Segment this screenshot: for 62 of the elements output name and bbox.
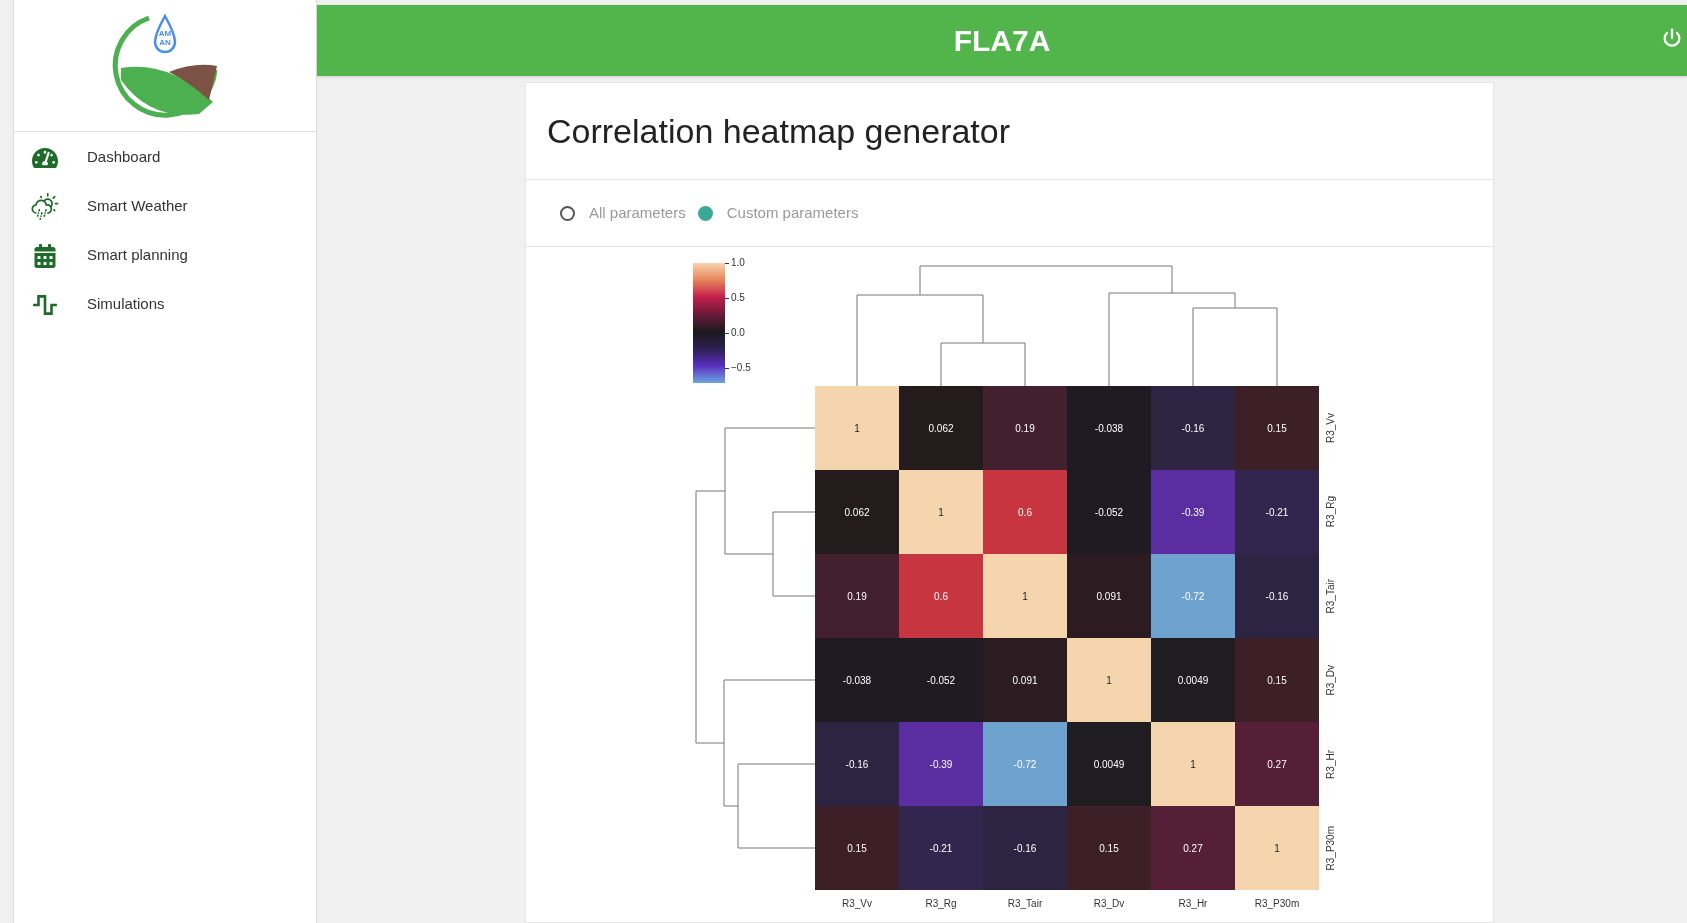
heatmap-cell: -0.72	[983, 722, 1067, 806]
heatmap-cell: -0.21	[899, 806, 983, 890]
power-icon[interactable]	[1661, 27, 1683, 49]
heatmap-cell: -0.72	[1151, 554, 1235, 638]
heatmap-cell: 1	[899, 470, 983, 554]
heatmap-cell: 0.15	[1235, 386, 1319, 470]
heatmap-cell: -0.39	[1151, 470, 1235, 554]
logo-drawing: AM AN	[109, 9, 221, 122]
heatmap-cell: -0.16	[1151, 386, 1235, 470]
heatmap-cell: -0.21	[1235, 470, 1319, 554]
row-label: R3_Tair	[1324, 578, 1337, 614]
nav-item[interactable]: Dashboard	[14, 133, 316, 182]
colorbar-tick-label: −0.5	[731, 363, 751, 373]
heatmap-cell: 0.0049	[1151, 638, 1235, 722]
heatmap-cell: 0.15	[815, 806, 899, 890]
heatmap-cell: -0.16	[983, 806, 1067, 890]
heatmap-cell: 1	[983, 554, 1067, 638]
row-label: R3_Vv	[1324, 413, 1337, 443]
column-label: R3_Rg	[925, 897, 957, 911]
column-label: R3_Vv	[842, 897, 872, 911]
card-title: Correlation heatmap generator	[547, 110, 1011, 152]
heatmap-cell: 0.6	[899, 554, 983, 638]
heatmap-cell: 1	[1235, 806, 1319, 890]
colorbar-tick-label: 1.0	[731, 258, 745, 268]
heatmap-cell: -0.16	[1235, 554, 1319, 638]
heatmap-cell: 0.27	[1235, 722, 1319, 806]
heatmap-cell: -0.038	[1067, 386, 1151, 470]
heatmap-cell: 0.27	[1151, 806, 1235, 890]
heatmap-cell: 0.19	[983, 386, 1067, 470]
heatmap-cell: -0.052	[1067, 470, 1151, 554]
app-title: FLA7A	[953, 23, 1051, 59]
row-label: R3_Hr	[1324, 749, 1337, 779]
heatmap-cell: 0.091	[983, 638, 1067, 722]
row-label: R3_P30m	[1324, 825, 1337, 871]
heatmap-cell: 0.062	[899, 386, 983, 470]
heatmap-cell: 1	[1151, 722, 1235, 806]
heatmap-cell: 0.091	[1067, 554, 1151, 638]
calendar-icon	[34, 243, 56, 268]
nav-item[interactable]: Smart Weather	[14, 182, 316, 231]
colorbar-tick-label: 0.5	[731, 293, 745, 303]
colorbar-tick-label: 0.0	[731, 328, 745, 338]
heatmap-cell: -0.16	[815, 722, 899, 806]
heatmap-cell: -0.052	[899, 638, 983, 722]
heatmap-cell: -0.39	[899, 722, 983, 806]
column-label: R3_P30m	[1254, 897, 1300, 911]
heatmap-cell: 0.15	[1235, 638, 1319, 722]
heatmap-cell: 0.6	[983, 470, 1067, 554]
column-label: R3_Dv	[1093, 897, 1125, 911]
heatmap-cell: 1	[815, 386, 899, 470]
row-label: R3_Rg	[1324, 496, 1337, 528]
heatmap-cell: -0.038	[815, 638, 899, 722]
heatmap-cell: 0.19	[815, 554, 899, 638]
column-label: R3_Hr	[1178, 897, 1208, 911]
heatmap-cell: 0.0049	[1067, 722, 1151, 806]
column-label: R3_Tair	[1007, 897, 1043, 911]
heatmap-cell: 1	[1067, 638, 1151, 722]
heatmap-cell: 0.15	[1067, 806, 1151, 890]
row-label: R3_Dv	[1324, 664, 1337, 696]
nav-item[interactable]: Simulations	[14, 280, 316, 329]
weather-icon	[30, 191, 60, 222]
nav-item[interactable]: Smart planning	[14, 231, 316, 280]
heatmap-cell: 0.062	[815, 470, 899, 554]
